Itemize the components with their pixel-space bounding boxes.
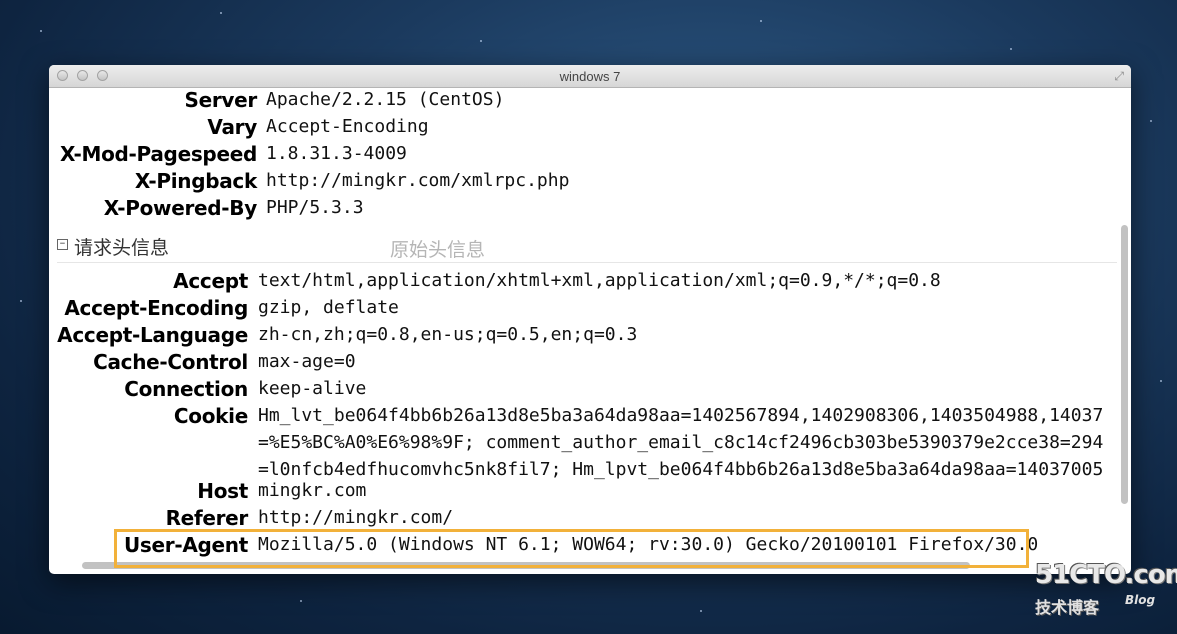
- cookie-value-line: =%E5%BC%A0%E6%98%9F; comment_author_emai…: [258, 432, 1104, 453]
- header-value: max-age=0: [258, 351, 356, 372]
- user-agent-highlight-box: [114, 529, 1029, 568]
- header-name: Vary: [207, 115, 257, 139]
- header-name: Connection: [124, 377, 248, 401]
- star: [1150, 120, 1152, 122]
- header-name: Accept: [173, 269, 248, 293]
- browser-window: windows 7 ⤢ Server Apache/2.2.15 (CentOS…: [49, 65, 1131, 574]
- star: [1160, 380, 1162, 382]
- header-value: keep-alive: [258, 378, 367, 399]
- header-name: X-Mod-Pagespeed: [59, 142, 257, 166]
- header-value: Apache/2.2.15 (CentOS): [266, 89, 505, 110]
- star: [760, 20, 762, 22]
- header-name: Referer: [165, 506, 249, 530]
- watermark-subtitle: 技术博客: [1035, 598, 1100, 617]
- raw-headers-toggle[interactable]: 原始头信息: [390, 235, 485, 262]
- star: [20, 300, 22, 302]
- header-name: X-Powered-By: [103, 196, 258, 220]
- header-name: Cookie: [173, 404, 248, 428]
- star: [220, 12, 222, 14]
- star: [480, 40, 482, 42]
- site-watermark: 51CTO.com 技术博客 Blog: [1033, 560, 1177, 630]
- header-value: 1.8.31.3-4009: [266, 143, 407, 164]
- header-value: gzip, deflate: [258, 297, 399, 318]
- star: [1010, 48, 1012, 50]
- fullscreen-icon[interactable]: ⤢: [1114, 69, 1124, 83]
- star: [700, 610, 702, 612]
- headers-panel: Server Apache/2.2.15 (CentOS) Vary Accep…: [49, 88, 1131, 574]
- header-name: Accept-Language: [57, 323, 248, 347]
- cookie-value-line: =l0nfcb4edfhucomvhc5nk8fil7; Hm_lpvt_be0…: [258, 459, 1104, 480]
- header-value: http://mingkr.com/: [258, 507, 454, 528]
- header-name: X-Pingback: [134, 169, 257, 193]
- star: [40, 30, 42, 32]
- watermark-logo: 51CTO.com: [1035, 560, 1177, 590]
- star: [300, 600, 302, 602]
- window-title: windows 7: [559, 69, 621, 84]
- header-value: PHP/5.3.3: [266, 197, 364, 218]
- cookie-value-line: Hm_lvt_be064f4bb6b26a13d8e5ba3a64da98aa=…: [258, 405, 1104, 426]
- header-name: Cache-Control: [93, 350, 248, 374]
- section-divider: [57, 262, 1117, 263]
- header-value: Accept-Encoding: [266, 116, 429, 137]
- request-headers-title: 请求头信息: [74, 237, 170, 259]
- watermark-blog: Blog: [1125, 593, 1156, 607]
- header-name: Host: [197, 479, 248, 503]
- vertical-scrollbar[interactable]: [1121, 225, 1128, 504]
- header-name: Server: [184, 88, 258, 112]
- header-name: Accept-Encoding: [64, 296, 248, 320]
- header-value: mingkr.com: [258, 480, 367, 501]
- header-value: text/html,application/xhtml+xml,applicat…: [258, 270, 941, 291]
- header-value: http://mingkr.com/xmlrpc.php: [266, 170, 570, 191]
- title-bar[interactable]: windows 7 ⤢: [49, 65, 1131, 88]
- collapse-icon[interactable]: −: [57, 239, 68, 250]
- header-value: zh-cn,zh;q=0.8,en-us;q=0.5,en;q=0.3: [258, 324, 638, 345]
